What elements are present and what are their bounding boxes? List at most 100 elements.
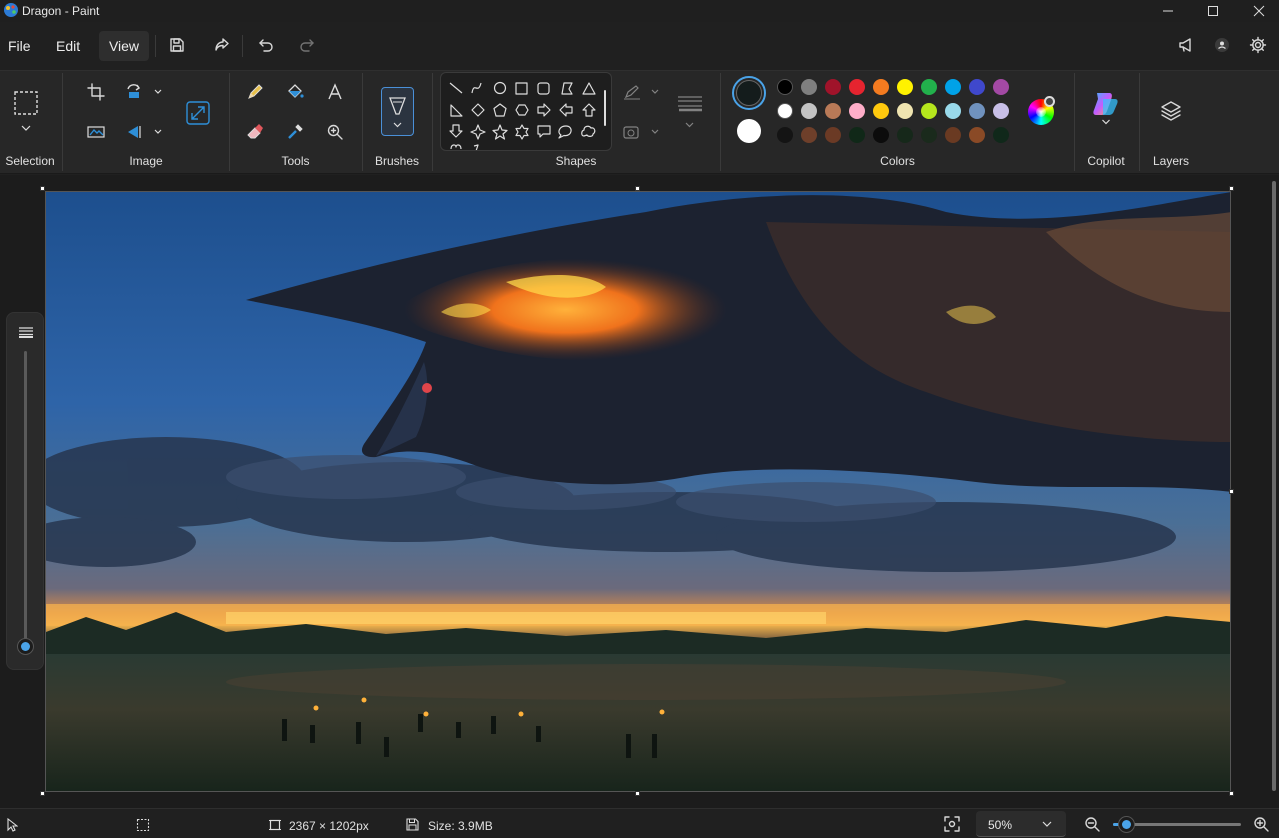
undo-button[interactable] — [252, 31, 280, 59]
primary-color-button[interactable] — [732, 76, 766, 110]
title-bar: Dragon - Paint — [0, 0, 1279, 22]
palette-swatch[interactable] — [897, 79, 913, 95]
background-removal-button[interactable] — [81, 117, 111, 147]
polygon-shape-icon — [561, 82, 573, 95]
shape-fill-button[interactable] — [620, 117, 664, 147]
palette-swatch[interactable] — [945, 103, 961, 119]
size-slider-thumb[interactable] — [17, 638, 34, 655]
menu-file[interactable]: File — [0, 31, 39, 61]
flip-button[interactable] — [121, 117, 167, 147]
brushes-button[interactable] — [381, 87, 414, 136]
add-color-icon — [1044, 96, 1055, 107]
zoom-dropdown[interactable]: 50% — [976, 811, 1066, 837]
shape-outline-button[interactable] — [620, 77, 664, 107]
resize-icon — [186, 101, 210, 125]
zoom-slider-thumb[interactable] — [1117, 816, 1135, 833]
resize-handle[interactable] — [40, 791, 45, 796]
palette-swatch[interactable] — [873, 79, 889, 95]
share-button[interactable] — [208, 31, 236, 59]
palette-swatch[interactable] — [801, 127, 817, 143]
zoom-icon — [327, 124, 343, 140]
palette-swatch[interactable] — [777, 127, 793, 143]
palette-swatch[interactable] — [873, 127, 889, 143]
palette-swatch[interactable] — [993, 127, 1009, 143]
resize-handle[interactable] — [1229, 186, 1234, 191]
minimize-button[interactable] — [1145, 0, 1191, 22]
brush-icon — [389, 97, 406, 128]
zoom-in-button[interactable] — [1247, 810, 1275, 838]
crop-button[interactable] — [81, 77, 111, 107]
palette-swatch[interactable] — [825, 79, 841, 95]
palette-swatch[interactable] — [825, 127, 841, 143]
settings-button[interactable] — [1244, 31, 1272, 59]
palette-swatch[interactable] — [921, 103, 937, 119]
palette-swatch[interactable] — [801, 103, 817, 119]
palette-swatch[interactable] — [777, 103, 793, 119]
palette-swatch[interactable] — [921, 79, 937, 95]
paint-bucket-icon — [288, 84, 304, 98]
resize-handle[interactable] — [1229, 791, 1234, 796]
redo-button[interactable] — [293, 31, 321, 59]
magnifier-button[interactable] — [320, 117, 350, 147]
canvas-size-icon — [269, 819, 281, 831]
megaphone-icon — [1179, 38, 1191, 52]
resize-handle[interactable] — [40, 186, 45, 191]
cloud-callout-shape-icon — [581, 125, 596, 137]
resize-handle[interactable] — [1229, 489, 1234, 494]
zoom-out-button[interactable] — [1078, 810, 1106, 838]
resize-handle[interactable] — [635, 186, 640, 191]
menu-view[interactable]: View — [99, 31, 149, 61]
drawing-canvas[interactable] — [45, 191, 1231, 792]
palette-swatch[interactable] — [945, 127, 961, 143]
palette-swatch[interactable] — [849, 127, 865, 143]
palette-swatch[interactable] — [801, 79, 817, 95]
right-triangle-shape-icon — [450, 104, 463, 117]
color-picker-button[interactable] — [280, 117, 310, 147]
layers-button[interactable] — [1155, 95, 1187, 127]
resize-handle[interactable] — [635, 791, 640, 796]
close-button[interactable] — [1236, 0, 1279, 22]
palette-swatch[interactable] — [993, 103, 1009, 119]
line-size-button[interactable] — [674, 89, 706, 133]
text-button[interactable] — [320, 77, 350, 107]
palette-swatch[interactable] — [897, 127, 913, 143]
whats-new-button[interactable] — [1172, 31, 1200, 59]
palette-swatch[interactable] — [969, 103, 985, 119]
cursor-position-icon — [7, 818, 18, 832]
palette-swatch[interactable] — [897, 103, 913, 119]
pencil-button[interactable] — [240, 77, 270, 107]
copilot-button[interactable] — [1088, 87, 1124, 133]
menu-edit[interactable]: Edit — [48, 31, 88, 61]
size-slider-track[interactable] — [24, 351, 27, 641]
secondary-color-swatch[interactable] — [737, 119, 761, 143]
palette-swatch[interactable] — [849, 103, 865, 119]
palette-swatch[interactable] — [969, 79, 985, 95]
maximize-button[interactable] — [1190, 0, 1236, 22]
palette-swatch[interactable] — [921, 127, 937, 143]
chevron-down-icon — [1042, 821, 1052, 827]
rectangle-shape-icon — [515, 82, 528, 95]
edit-colors-button[interactable] — [1028, 96, 1055, 125]
window-title: Dragon - Paint — [22, 4, 100, 18]
eraser-button[interactable] — [240, 117, 270, 147]
gear-icon — [1249, 36, 1267, 54]
palette-swatch[interactable] — [969, 127, 985, 143]
save-button[interactable] — [163, 31, 191, 59]
palette-swatch[interactable] — [873, 103, 889, 119]
triangle-shape-icon — [582, 82, 596, 95]
vertical-scrollbar[interactable] — [1272, 181, 1276, 791]
resize-button[interactable] — [182, 97, 214, 129]
palette-swatch[interactable] — [945, 79, 961, 95]
account-button[interactable] — [1208, 31, 1236, 59]
palette-swatch[interactable] — [825, 103, 841, 119]
palette-swatch[interactable] — [993, 79, 1009, 95]
rotate-button[interactable] — [121, 77, 167, 107]
palette-swatch[interactable] — [777, 79, 793, 95]
fill-button[interactable] — [280, 77, 310, 107]
five-point-star-shape-icon — [492, 124, 508, 140]
palette-swatch[interactable] — [849, 79, 865, 95]
fit-to-window-button[interactable] — [938, 810, 966, 838]
group-label-tools: Tools — [281, 154, 310, 168]
selection-tool-button[interactable] — [6, 83, 46, 143]
shapes-scrollbar[interactable] — [604, 90, 606, 126]
